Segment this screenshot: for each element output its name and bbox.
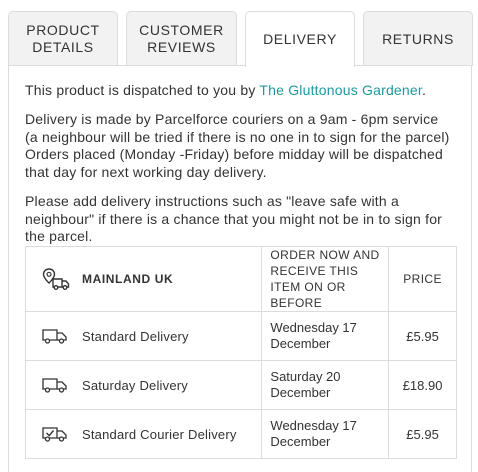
dispatch-intro-suffix: . bbox=[421, 82, 427, 98]
product-tabs: PRODUCT DETAILS CUSTOMER REVIEWS DELIVER… bbox=[0, 0, 478, 67]
delivery-date: Wednesday 17 December bbox=[261, 409, 390, 459]
table-header-row: MAINLAND UK ORDER NOW AND RECEIVE THIS I… bbox=[24, 246, 457, 312]
delivery-price: £5.95 bbox=[388, 409, 457, 459]
delivery-date: Wednesday 17 December bbox=[261, 311, 390, 361]
tab-returns[interactable]: RETURNS bbox=[363, 11, 473, 66]
van-check-icon bbox=[42, 426, 68, 442]
delivery-date: Saturday 20 December bbox=[261, 360, 390, 410]
table-row: Saturday Delivery Saturday 20 December £… bbox=[24, 360, 457, 410]
price-header: PRICE bbox=[388, 246, 457, 312]
dispatch-intro-text: This product is dispatched to you by bbox=[25, 82, 260, 98]
dispatch-intro: This product is dispatched to you by The… bbox=[25, 82, 455, 100]
region-header-cell: MAINLAND UK bbox=[24, 246, 263, 312]
tab-returns-label: RETURNS bbox=[382, 30, 454, 47]
tab-label-line: PRODUCT bbox=[26, 22, 100, 38]
tab-customer-reviews-label: CUSTOMER REVIEWS bbox=[139, 22, 224, 56]
order-by-header: ORDER NOW AND RECEIVE THIS ITEM ON OR BE… bbox=[261, 246, 390, 312]
delivery-instructions: Please add delivery instructions such as… bbox=[25, 193, 443, 244]
delivery-info: Delivery is made by Parcelforce couriers… bbox=[25, 111, 450, 180]
map-pin-van-icon bbox=[42, 268, 70, 290]
service-name: Standard Courier Delivery bbox=[82, 426, 237, 442]
van-icon bbox=[42, 328, 68, 344]
seller-link[interactable]: The Gluttonous Gardener bbox=[259, 82, 422, 98]
tab-label-line: DETAILS bbox=[32, 39, 94, 55]
tab-label-line: CUSTOMER bbox=[139, 22, 224, 38]
delivery-price: £5.95 bbox=[388, 311, 457, 361]
tab-customer-reviews[interactable]: CUSTOMER REVIEWS bbox=[126, 11, 237, 66]
tab-delivery-label: DELIVERY bbox=[263, 31, 337, 47]
service-name: Saturday Delivery bbox=[82, 377, 188, 393]
delivery-price: £18.90 bbox=[388, 360, 457, 410]
table-row: Standard Courier Delivery Wednesday 17 D… bbox=[24, 409, 457, 459]
region-label: MAINLAND UK bbox=[82, 272, 174, 286]
tab-product-details-label: PRODUCT DETAILS bbox=[26, 22, 99, 56]
service-name: Standard Delivery bbox=[82, 328, 189, 344]
delivery-options-table: MAINLAND UK ORDER NOW AND RECEIVE THIS I… bbox=[24, 246, 457, 459]
table-row: Standard Delivery Wednesday 17 December … bbox=[24, 311, 457, 361]
tab-delivery[interactable]: DELIVERY bbox=[245, 11, 355, 67]
tab-product-details[interactable]: PRODUCT DETAILS bbox=[8, 11, 118, 66]
van-icon bbox=[42, 377, 68, 393]
tab-label-line: REVIEWS bbox=[147, 39, 216, 55]
